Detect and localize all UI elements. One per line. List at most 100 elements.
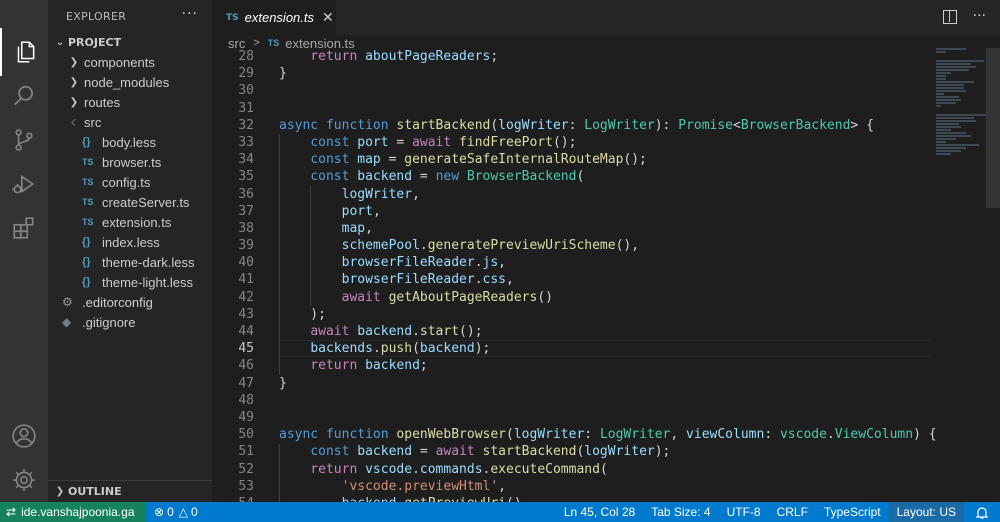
more-actions-icon[interactable]: ··· bbox=[182, 6, 198, 22]
line-number: 49 bbox=[238, 409, 254, 425]
code-line[interactable]: 30 bbox=[212, 82, 932, 99]
code-line[interactable]: 45 backends.push(backend); bbox=[212, 340, 932, 358]
code-token: . bbox=[474, 255, 483, 271]
account-icon[interactable] bbox=[0, 412, 48, 460]
tree-item[interactable]: {} body.less bbox=[48, 132, 212, 152]
minimap-line bbox=[936, 144, 979, 146]
code-token: return bbox=[310, 358, 358, 374]
minimap-line bbox=[936, 81, 974, 83]
tree-item[interactable]: TS extension.ts bbox=[48, 212, 212, 232]
code-line[interactable]: 28 return aboutPageReaders; bbox=[212, 48, 932, 65]
tree-item[interactable]: ⚙ .editorconfig bbox=[48, 292, 212, 312]
code-line[interactable]: 29} bbox=[212, 65, 932, 82]
code-line[interactable]: 33 const port = await findFreePort(); bbox=[212, 134, 932, 151]
minimap-line bbox=[936, 48, 966, 50]
code-line[interactable]: 46 return backend; bbox=[212, 357, 932, 374]
tree-item[interactable]: {} index.less bbox=[48, 232, 212, 252]
code-token: backend bbox=[419, 341, 475, 357]
vertical-scrollbar[interactable] bbox=[986, 48, 1000, 502]
code-line[interactable]: 31 bbox=[212, 100, 932, 117]
code-editor[interactable]: 28 return aboutPageReaders; 29} 30 31 32 asyn… bbox=[212, 48, 937, 513]
line-number: 35 bbox=[238, 169, 254, 185]
code-line[interactable]: 32 async function startBackend(logWriter:… bbox=[212, 117, 932, 134]
minimap-line bbox=[936, 84, 964, 86]
code-line[interactable]: 36 logWriter, bbox=[212, 186, 932, 203]
notifications-bell-icon[interactable] bbox=[964, 502, 1000, 522]
encoding[interactable]: UTF-8 bbox=[719, 502, 769, 522]
minimap-line bbox=[936, 93, 944, 95]
line-number: 36 bbox=[238, 186, 254, 202]
scrollbar-thumb[interactable] bbox=[986, 48, 1000, 208]
code-token: ; bbox=[419, 358, 428, 374]
extensions-icon[interactable] bbox=[0, 204, 48, 252]
search-icon[interactable] bbox=[0, 72, 48, 120]
code-text: } bbox=[279, 65, 287, 82]
tree-item[interactable]: {} theme-dark.less bbox=[48, 252, 212, 272]
tree-item[interactable]: ❯ components bbox=[48, 52, 212, 72]
code-text: await getAboutPageReaders() bbox=[279, 289, 553, 306]
code-line[interactable]: 35 const backend = new BrowserBackend( bbox=[212, 168, 932, 185]
line-number: 53 bbox=[238, 478, 254, 494]
line-number: 44 bbox=[238, 324, 254, 339]
tree-item[interactable]: ❯ node_modules bbox=[48, 72, 212, 92]
end-of-line[interactable]: CRLF bbox=[769, 502, 816, 522]
minimap[interactable] bbox=[936, 48, 986, 168]
code-line[interactable]: 40 browserFileReader.js, bbox=[212, 254, 932, 271]
project-section-header[interactable]: ⌄ PROJECT bbox=[48, 32, 212, 52]
minimap-line bbox=[936, 51, 946, 53]
chevron-right-icon: ❯ bbox=[69, 56, 79, 68]
code-line[interactable]: 34 const map = generateSafeInternalRoute… bbox=[212, 151, 932, 168]
outline-section-header[interactable]: ❯ OUTLINE bbox=[48, 480, 212, 502]
code-line[interactable]: 38 map, bbox=[212, 220, 932, 237]
code-token: , bbox=[506, 272, 514, 288]
code-line[interactable]: 47} bbox=[212, 375, 932, 392]
keyboard-layout[interactable]: Layout: US bbox=[888, 502, 964, 522]
code-token: map bbox=[341, 220, 366, 236]
code-line[interactable]: 52 return vscode.commands.executeCommand… bbox=[212, 461, 932, 478]
code-line[interactable]: 42 await getAboutPageReaders() bbox=[212, 289, 932, 306]
code-line[interactable]: 51 const backend = await startBackend(lo… bbox=[212, 443, 932, 460]
line-number: 34 bbox=[238, 152, 254, 168]
code-line[interactable]: 41 browserFileReader.css, bbox=[212, 271, 932, 288]
code-line[interactable]: 43 ); bbox=[212, 306, 932, 323]
tree-item[interactable]: ◆ .gitignore bbox=[48, 312, 212, 332]
tree-item[interactable]: TS config.ts bbox=[48, 172, 212, 192]
tree-item[interactable]: TS createServer.ts bbox=[48, 192, 212, 212]
minimap-line bbox=[936, 90, 966, 92]
files-icon[interactable] bbox=[0, 28, 48, 76]
code-token: schemePool bbox=[341, 238, 420, 254]
language-mode[interactable]: TypeScript bbox=[816, 502, 889, 522]
more-actions-icon[interactable]: ··· bbox=[973, 8, 986, 24]
code-token: () bbox=[537, 289, 553, 305]
split-editor-icon[interactable] bbox=[942, 10, 957, 24]
source-control-icon[interactable] bbox=[0, 116, 48, 164]
code-line[interactable]: 50 async function openWebBrowser(logWrite… bbox=[212, 426, 936, 443]
close-icon[interactable]: ✕ bbox=[322, 10, 334, 26]
code-token: await bbox=[412, 134, 452, 150]
tree-item[interactable]: ❯ routes bbox=[48, 92, 212, 112]
tree-item[interactable]: ⌵ src bbox=[48, 112, 212, 132]
code-line[interactable]: 37 port, bbox=[212, 203, 932, 220]
code-line[interactable]: 39 schemePool.generatePreviewUriScheme()… bbox=[212, 237, 932, 254]
tree-item[interactable]: {} theme-light.less bbox=[48, 272, 212, 292]
code-line[interactable]: 49 bbox=[212, 409, 932, 426]
line-number: 51 bbox=[238, 444, 254, 460]
outline-label: OUTLINE bbox=[68, 485, 122, 498]
problems-indicator[interactable]: ⊗ 0 △ 0 bbox=[146, 502, 206, 522]
code-token: : bbox=[764, 427, 780, 443]
tree-item[interactable]: TS browser.ts bbox=[48, 152, 212, 172]
ts-file-icon: TS bbox=[267, 38, 280, 48]
code-token: aboutPageReaders bbox=[365, 49, 491, 64]
explorer-sidebar: EXPLORER ··· ⌄ PROJECT ❯ components ❯ node_… bbox=[48, 0, 212, 502]
run-debug-icon[interactable] bbox=[0, 160, 48, 208]
remote-indicator[interactable]: ⇄ ide.vanshajpoonia.ga bbox=[0, 502, 146, 522]
cursor-position[interactable]: Ln 45, Col 28 bbox=[556, 502, 643, 522]
code-line[interactable]: 44 await backend.start(); bbox=[212, 323, 932, 340]
line-number: 28 bbox=[238, 49, 254, 64]
code-line[interactable]: 53 'vscode.previewHtml', bbox=[212, 478, 932, 495]
tab-size[interactable]: Tab Size: 4 bbox=[643, 502, 718, 522]
tab-extension-ts[interactable]: TS extension.ts ✕ bbox=[212, 0, 336, 35]
code-line[interactable]: 48 bbox=[212, 392, 932, 409]
settings-gear-icon[interactable] bbox=[0, 456, 48, 504]
